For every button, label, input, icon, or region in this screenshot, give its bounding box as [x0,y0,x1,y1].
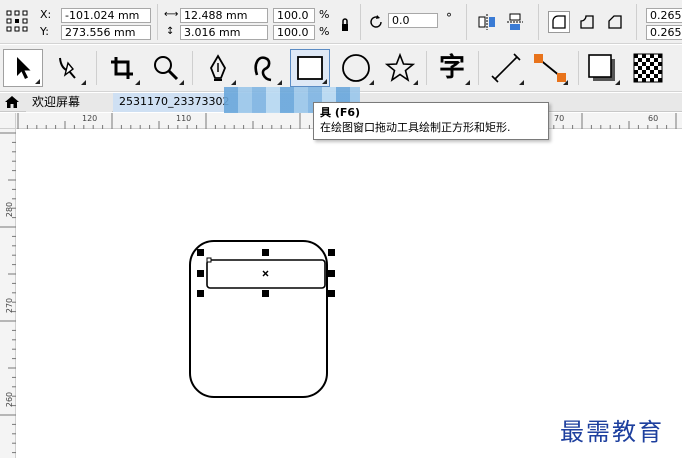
separator [157,4,158,40]
y-position-input[interactable]: 273.556 mm [61,25,151,40]
object-origin-icon[interactable] [6,10,28,32]
rectangle-tool[interactable] [290,49,330,87]
ruler-label: 60 [648,114,659,123]
height-icon: ↕ [166,26,175,37]
x-label: X: [40,8,52,21]
tooltip-title: 具 (F6) [320,106,361,119]
mirror-vertical-icon[interactable] [504,11,526,33]
dimension-tool[interactable] [486,49,526,87]
connector-line-icon [534,54,566,82]
shape-edit-icon [59,57,76,79]
lock-ratio-icon[interactable] [334,14,356,36]
text-glyph-icon: 字 [438,53,465,83]
mirror-horizontal-icon[interactable] [476,11,498,33]
ellipse-tool[interactable] [336,49,376,87]
width-input[interactable]: 12.488 mm [180,8,268,23]
x-position-input[interactable]: -101.024 mm [61,8,151,23]
separator [426,51,427,85]
round-corner-icon[interactable] [548,11,570,33]
scale-x-input[interactable]: 100.0 [273,8,315,23]
separator [538,4,539,40]
pen-tool[interactable] [198,49,238,87]
zoom-tool[interactable] [146,49,186,87]
ruler-corner[interactable] [0,113,16,129]
drop-shadow-icon [588,54,615,81]
connector-tool[interactable] [530,49,570,87]
chamfer-corner-icon[interactable] [604,11,626,33]
checkerboard-icon [633,53,663,83]
separator [360,4,361,40]
home-icon[interactable] [4,95,20,112]
corner-radius-top-input[interactable]: 0.265 [646,8,682,23]
height-input[interactable]: 3.016 mm [180,25,268,40]
degree-label: ° [446,11,452,25]
percent-label: % [319,25,330,38]
separator [192,51,193,85]
ruler-label: 120 [82,114,98,123]
separator [96,51,97,85]
pen-nib-icon [210,54,226,81]
brush-stroke-icon [254,56,272,82]
pick-tool[interactable] [3,49,43,87]
rectangle-icon [297,56,323,80]
separator [478,51,479,85]
rotation-input[interactable]: 0.0 [388,13,438,28]
ruler-label: 280 [5,201,15,218]
vertical-ruler: 280 270 260 [0,113,16,458]
shape-tool[interactable] [48,49,88,87]
artistic-media-tool[interactable] [244,49,284,87]
ruler-label: 270 [5,297,15,314]
pointer-icon [17,57,31,79]
y-label: Y: [40,25,49,38]
percent-label: % [319,8,330,21]
ellipse-icon [342,54,370,82]
scale-y-input[interactable]: 100.0 [273,25,315,40]
toolbox: 字 [0,45,682,92]
separator [578,51,579,85]
drop-shadow-tool[interactable] [582,49,622,87]
scallop-corner-icon[interactable] [576,11,598,33]
drawing-canvas[interactable] [17,130,682,458]
tool-tooltip: 具 (F6) 在绘图窗口拖动工具绘制正方形和矩形. [313,102,549,140]
width-icon: ⟷ [164,9,179,20]
polygon-tool[interactable] [380,49,420,87]
corner-radius-bottom-input[interactable]: 0.265 [646,25,682,40]
rotate-icon [366,11,388,33]
rounded-rectangle-shape [189,240,328,398]
transparency-tool[interactable] [628,49,668,87]
watermark-text: 最需教育 [560,418,664,446]
magnifier-icon [154,56,179,81]
tab-welcome-screen[interactable]: 欢迎屏幕 [26,93,112,112]
separator [636,4,637,40]
separator [466,4,467,40]
ruler-label: 70 [554,114,565,123]
ruler-label: 110 [176,114,192,123]
dimension-line-icon [491,53,521,83]
crop-icon [111,57,133,79]
text-tool[interactable]: 字 [432,49,472,87]
crop-tool[interactable] [102,49,142,87]
tooltip-description: 在绘图窗口拖动工具绘制正方形和矩形. [320,121,511,134]
star-icon [385,53,415,82]
ruler-label: 260 [5,391,15,408]
property-bar: X: Y: -101.024 mm 273.556 mm ⟷ ↕ 12.488 … [0,0,682,44]
